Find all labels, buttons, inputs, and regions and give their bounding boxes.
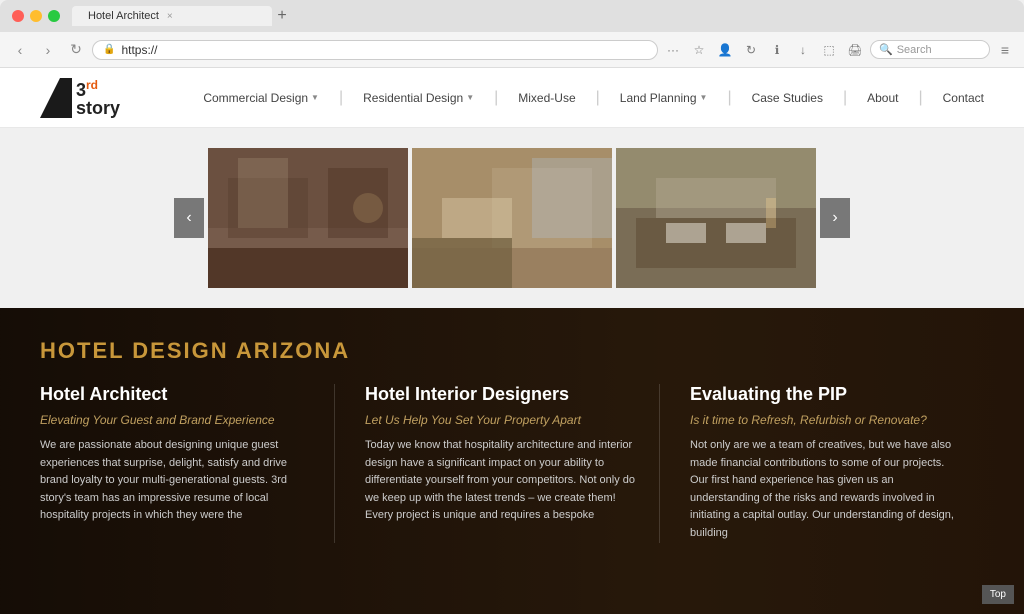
col-subtitle-3: Is it time to Refresh, Refurbish or Reno… bbox=[690, 413, 964, 427]
carousel-image-1 bbox=[208, 148, 408, 288]
nav-label-contact: Contact bbox=[943, 91, 984, 105]
more-icon[interactable]: ··· bbox=[662, 39, 684, 61]
section-tag: HOTEL DESIGN ARIZONA bbox=[40, 338, 984, 364]
nav-item-commercial[interactable]: Commercial Design ▼ bbox=[203, 91, 319, 105]
logo-word: story bbox=[76, 99, 120, 117]
traffic-lights bbox=[12, 10, 60, 22]
carousel-wrapper: ‹ bbox=[174, 148, 850, 288]
lower-content: HOTEL DESIGN ARIZONA Hotel Architect Ele… bbox=[40, 338, 984, 543]
lock-icon: 🔒 bbox=[103, 44, 115, 55]
nav-divider-3: | bbox=[596, 89, 600, 107]
traffic-light-red[interactable] bbox=[12, 10, 24, 22]
site-logo[interactable]: 3rd story bbox=[40, 78, 120, 118]
carousel-section: ‹ bbox=[0, 128, 1024, 308]
forward-button[interactable]: › bbox=[36, 38, 60, 62]
nav-label-residential: Residential Design bbox=[363, 91, 463, 105]
nav-item-case[interactable]: Case Studies bbox=[752, 91, 823, 105]
search-placeholder: Search bbox=[897, 44, 932, 56]
download-icon[interactable]: ↓ bbox=[792, 39, 814, 61]
col-subtitle-1: Elevating Your Guest and Brand Experienc… bbox=[40, 413, 314, 427]
logo-superscript: rd bbox=[86, 78, 98, 92]
nav-item-land[interactable]: Land Planning ▼ bbox=[620, 91, 708, 105]
print-icon[interactable]: 🖨 bbox=[844, 39, 866, 61]
browser-tab[interactable]: Hotel Architect × bbox=[72, 6, 272, 26]
nav-divider-2: | bbox=[494, 89, 498, 107]
nav-item-contact[interactable]: Contact bbox=[943, 91, 984, 105]
col-text-2: Today we know that hospitality architect… bbox=[365, 437, 639, 525]
carousel-images bbox=[208, 148, 816, 288]
profile-icon[interactable]: 👤 bbox=[714, 39, 736, 61]
nav-label-mixed: Mixed-Use bbox=[518, 91, 575, 105]
nav-divider-5: | bbox=[843, 89, 847, 107]
refresh-button[interactable]: ↻ bbox=[64, 38, 88, 62]
address-bar[interactable]: 🔒 https:// bbox=[92, 40, 658, 60]
nav-label-about: About bbox=[867, 91, 898, 105]
column-pip: Evaluating the PIP Is it time to Refresh… bbox=[690, 384, 984, 543]
logo-number: 3 bbox=[76, 80, 86, 100]
nav-label-commercial: Commercial Design bbox=[203, 91, 308, 105]
col-title-3: Evaluating the PIP bbox=[690, 384, 964, 405]
logo-icon bbox=[40, 78, 72, 118]
new-tab-button[interactable]: + bbox=[272, 6, 292, 26]
info-icon[interactable]: ℹ bbox=[766, 39, 788, 61]
col-text-3: Not only are we a team of creatives, but… bbox=[690, 437, 964, 543]
search-bar[interactable]: 🔍 Search bbox=[870, 40, 990, 59]
col-title-1: Hotel Architect bbox=[40, 384, 314, 405]
columns-wrapper: Hotel Architect Elevating Your Guest and… bbox=[40, 384, 984, 543]
column-hotel-architect: Hotel Architect Elevating Your Guest and… bbox=[40, 384, 335, 543]
nav-label-land: Land Planning bbox=[620, 91, 697, 105]
nav-menu: Commercial Design ▼ | Residential Design… bbox=[203, 89, 984, 107]
browser-chrome: Hotel Architect × + ‹ › ↻ 🔒 https:// ···… bbox=[0, 0, 1024, 68]
carousel-image-3 bbox=[616, 148, 816, 288]
logo-text: 3rd story bbox=[76, 79, 120, 117]
nav-item-about[interactable]: About bbox=[867, 91, 898, 105]
carousel-image-2 bbox=[412, 148, 612, 288]
nav-item-mixed[interactable]: Mixed-Use bbox=[518, 91, 575, 105]
lower-section: HOTEL DESIGN ARIZONA Hotel Architect Ele… bbox=[0, 308, 1024, 614]
column-hotel-interior: Hotel Interior Designers Let Us Help You… bbox=[365, 384, 660, 543]
search-icon: 🔍 bbox=[879, 43, 893, 56]
site-navigation: 3rd story Commercial Design ▼ | Resident… bbox=[0, 68, 1024, 128]
browser-titlebar: Hotel Architect × + bbox=[0, 0, 1024, 32]
website-content: 3rd story Commercial Design ▼ | Resident… bbox=[0, 68, 1024, 614]
nav-divider-6: | bbox=[918, 89, 922, 107]
browser-menu-button[interactable]: ≡ bbox=[994, 39, 1016, 61]
carousel-prev-button[interactable]: ‹ bbox=[174, 198, 204, 238]
nav-item-residential[interactable]: Residential Design ▼ bbox=[363, 91, 474, 105]
col-subtitle-2: Let Us Help You Set Your Property Apart bbox=[365, 413, 639, 427]
screenshot-icon[interactable]: ⬚ bbox=[818, 39, 840, 61]
carousel-next-button[interactable]: › bbox=[820, 198, 850, 238]
refresh2-icon[interactable]: ↻ bbox=[740, 39, 762, 61]
tab-close-button[interactable]: × bbox=[167, 11, 173, 22]
nav-divider-1: | bbox=[339, 89, 343, 107]
toolbar-actions: ··· ☆ 👤 ↻ ℹ ↓ ⬚ 🖨 bbox=[662, 39, 866, 61]
bookmark-icon[interactable]: ☆ bbox=[688, 39, 710, 61]
col-text-1: We are passionate about designing unique… bbox=[40, 437, 314, 525]
tab-title: Hotel Architect bbox=[88, 10, 159, 22]
top-button[interactable]: Top bbox=[982, 585, 1014, 604]
traffic-light-green[interactable] bbox=[48, 10, 60, 22]
nav-divider-4: | bbox=[727, 89, 731, 107]
browser-toolbar: ‹ › ↻ 🔒 https:// ··· ☆ 👤 ↻ ℹ ↓ ⬚ 🖨 🔍 Sea… bbox=[0, 32, 1024, 68]
url-text: https:// bbox=[121, 43, 647, 57]
nav-arrow-land: ▼ bbox=[700, 93, 708, 102]
nav-label-case: Case Studies bbox=[752, 91, 823, 105]
nav-arrow-commercial: ▼ bbox=[311, 93, 319, 102]
nav-arrow-residential: ▼ bbox=[466, 93, 474, 102]
traffic-light-yellow[interactable] bbox=[30, 10, 42, 22]
col-title-2: Hotel Interior Designers bbox=[365, 384, 639, 405]
back-button[interactable]: ‹ bbox=[8, 38, 32, 62]
